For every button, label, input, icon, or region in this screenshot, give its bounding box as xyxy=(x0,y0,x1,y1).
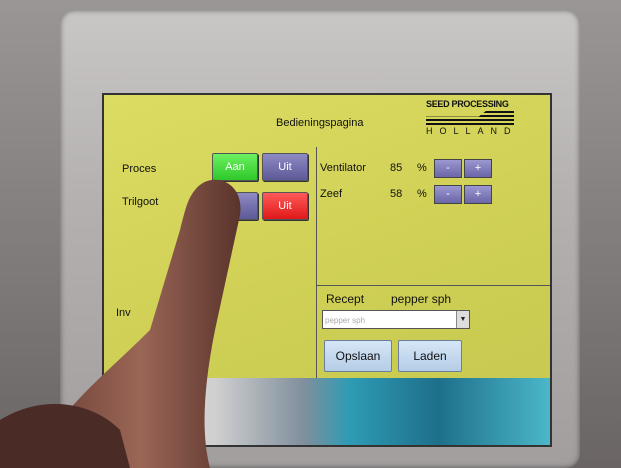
finger-overlay xyxy=(0,179,241,468)
